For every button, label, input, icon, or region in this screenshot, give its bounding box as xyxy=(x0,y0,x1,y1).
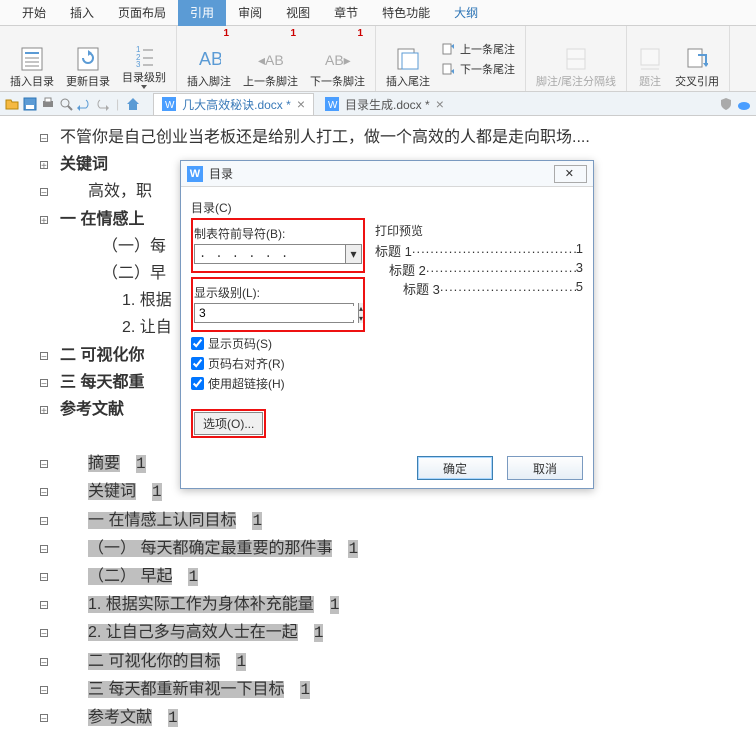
home-icon[interactable] xyxy=(125,96,141,112)
dialog-titlebar[interactable]: W 目录 ✕ xyxy=(181,161,593,187)
menu-features[interactable]: 特色功能 xyxy=(370,0,442,26)
insert-footnote-button[interactable]: 1 AB 插入脚注 xyxy=(181,28,237,89)
cancel-button[interactable]: 取消 xyxy=(507,456,583,480)
shield-icon[interactable] xyxy=(718,96,734,112)
svg-text:AB: AB xyxy=(199,49,221,69)
menu-chapter[interactable]: 章节 xyxy=(322,0,370,26)
menu-layout[interactable]: 页面布局 xyxy=(106,0,178,26)
close-tab-icon[interactable]: × xyxy=(436,96,444,112)
toc-heading-label: 目录(C) xyxy=(191,199,583,216)
outline-collapse-icon[interactable] xyxy=(40,714,48,722)
svg-text:W: W xyxy=(165,100,175,111)
svg-text:3: 3 xyxy=(136,60,141,67)
prev-endnote-button[interactable]: 上一条尾注 xyxy=(442,41,515,57)
save-icon[interactable] xyxy=(22,96,38,112)
level-input[interactable] xyxy=(195,306,358,320)
ok-button[interactable]: 确定 xyxy=(417,456,493,480)
svg-text:AB▸: AB▸ xyxy=(325,52,351,68)
highlight-box: 制表符前导符(B): . . . . . . ▾ xyxy=(191,218,365,273)
next-endnote-button[interactable]: 下一条尾注 xyxy=(442,61,515,77)
preview-icon[interactable] xyxy=(58,96,74,112)
document-tab-1[interactable]: W 几大高效秘诀.docx * × xyxy=(153,93,314,115)
toc-item[interactable]: 二 可视化你的目标 1 xyxy=(60,648,756,676)
dialog-title: 目录 xyxy=(209,165,554,182)
svg-text:W: W xyxy=(328,100,338,111)
close-button[interactable]: ✕ xyxy=(554,165,587,183)
document-tab-bar: | W 几大高效秘诀.docx * × W 目录生成.docx * × xyxy=(0,92,756,116)
chevron-down-icon xyxy=(141,85,147,89)
options-button[interactable]: 选项(O)... xyxy=(194,412,263,435)
toc-item[interactable]: 参考文献 1 xyxy=(60,704,756,732)
word-doc-icon: W xyxy=(325,97,339,111)
outline-expand-icon[interactable] xyxy=(40,216,48,224)
menu-review[interactable]: 审阅 xyxy=(226,0,274,26)
toc-item[interactable]: 一 在情感上认同目标 1 xyxy=(60,507,756,535)
outline-collapse-icon[interactable] xyxy=(40,629,48,637)
menu-view[interactable]: 视图 xyxy=(274,0,322,26)
toc-item[interactable]: （一） 每天都确定最重要的那件事 1 xyxy=(60,535,756,563)
outline-collapse-icon[interactable] xyxy=(40,188,48,196)
caption-button[interactable]: 题注 xyxy=(631,28,669,89)
crossref-button[interactable]: 交叉引用 xyxy=(669,28,725,89)
insert-toc-button[interactable]: 插入目录 xyxy=(4,28,60,89)
toc-level-button[interactable]: 123 目录级别 xyxy=(116,28,172,89)
menu-bar: 开始 插入 页面布局 引用 审阅 视图 章节 特色功能 大纲 xyxy=(0,0,756,26)
menu-insert[interactable]: 插入 xyxy=(58,0,106,26)
outline-expand-icon[interactable] xyxy=(40,406,48,414)
preview-box: 标题 1....................................… xyxy=(375,241,583,298)
outline-collapse-icon[interactable] xyxy=(40,601,48,609)
outline-collapse-icon[interactable] xyxy=(40,517,48,525)
highlight-box: 选项(O)... xyxy=(191,409,266,438)
highlight-box: 显示级别(L): ▴▾ xyxy=(191,277,365,332)
toc-item[interactable]: 1. 根据实际工作为身体补充能量 1 xyxy=(60,591,756,619)
insert-endnote-button[interactable]: 插入尾注 xyxy=(380,28,436,89)
toc-item[interactable]: （二） 早起 1 xyxy=(60,563,756,591)
outline-expand-icon[interactable] xyxy=(40,161,48,169)
spin-up-icon[interactable]: ▴ xyxy=(359,303,363,313)
right-align-checkbox[interactable] xyxy=(191,357,204,370)
undo-icon[interactable] xyxy=(76,96,92,112)
separator-button[interactable]: 脚注/尾注分隔线 xyxy=(530,28,622,89)
prev-footnote-button[interactable]: 1 ◂AB 上一条脚注 xyxy=(237,28,304,89)
update-toc-button[interactable]: 更新目录 xyxy=(60,28,116,89)
show-pagenum-checkbox[interactable] xyxy=(191,337,204,350)
toc-item[interactable]: 三 每天都重新审视一下目标 1 xyxy=(60,676,756,704)
next-footnote-button[interactable]: 1 AB▸ 下一条脚注 xyxy=(304,28,371,89)
hyperlink-checkbox[interactable] xyxy=(191,377,204,390)
level-label: 显示级别(L): xyxy=(194,284,362,301)
chevron-down-icon[interactable]: ▾ xyxy=(345,245,361,263)
close-tab-icon[interactable]: × xyxy=(297,96,305,112)
spin-down-icon[interactable]: ▾ xyxy=(359,313,363,323)
open-icon[interactable] xyxy=(4,96,20,112)
outline-collapse-icon[interactable] xyxy=(40,134,48,142)
preview-label: 打印预览 xyxy=(375,222,583,239)
outline-text[interactable]: 不管你是自己创业当老板还是给别人打工，做一个高效的人都是走向职场.... xyxy=(60,124,756,151)
outline-collapse-icon[interactable] xyxy=(40,379,48,387)
level-spinner[interactable]: ▴▾ xyxy=(194,303,354,323)
outline-collapse-icon[interactable] xyxy=(40,686,48,694)
redo-icon[interactable] xyxy=(94,96,110,112)
cloud-icon[interactable] xyxy=(736,96,752,112)
ribbon: 插入目录 更新目录 123 目录级别 1 AB 插入脚注 1 ◂AB 上一条脚注… xyxy=(0,26,756,92)
outline-collapse-icon[interactable] xyxy=(40,488,48,496)
toc-dialog: W 目录 ✕ 目录(C) 制表符前导符(B): . . . . . . ▾ xyxy=(180,160,594,489)
word-doc-icon: W xyxy=(162,97,176,111)
menu-outline[interactable]: 大纲 xyxy=(442,0,490,26)
outline-collapse-icon[interactable] xyxy=(40,573,48,581)
outline-collapse-icon[interactable] xyxy=(40,545,48,553)
print-icon[interactable] xyxy=(40,96,56,112)
toc-item[interactable]: 2. 让自己多与高效人士在一起 1 xyxy=(60,619,756,647)
outline-collapse-icon[interactable] xyxy=(40,352,48,360)
app-icon: W xyxy=(187,166,203,182)
outline-collapse-icon[interactable] xyxy=(40,460,48,468)
leader-label: 制表符前导符(B): xyxy=(194,225,362,242)
document-tab-2[interactable]: W 目录生成.docx * × xyxy=(316,93,453,115)
svg-text:◂AB: ◂AB xyxy=(258,52,284,68)
menu-start[interactable]: 开始 xyxy=(10,0,58,26)
leader-combo[interactable]: . . . . . . ▾ xyxy=(194,244,362,264)
outline-collapse-icon[interactable] xyxy=(40,658,48,666)
menu-reference[interactable]: 引用 xyxy=(178,0,226,26)
